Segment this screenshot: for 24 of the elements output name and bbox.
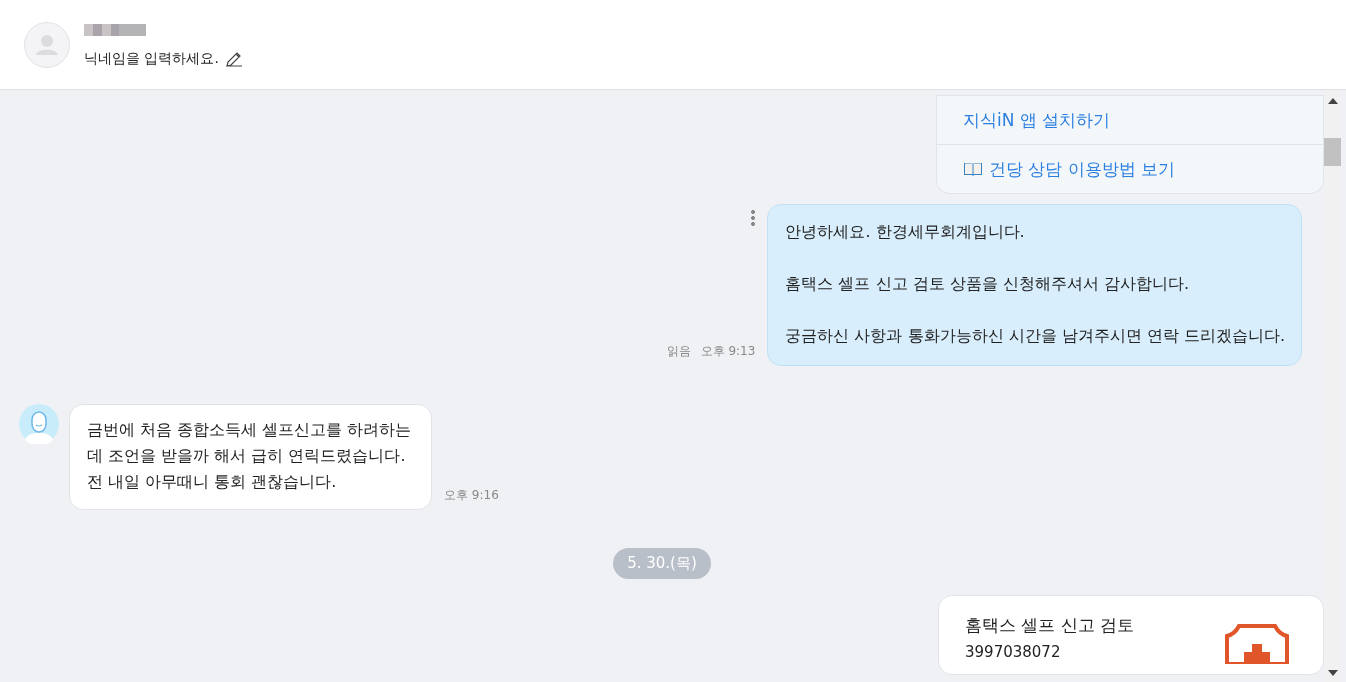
message-text: 궁금하신 사항과 통화가능하신 시간을 남겨주시면 연락 드리겠습니다.	[785, 325, 1285, 347]
scroll-thumb[interactable]	[1324, 138, 1341, 166]
message-time: 오후 9:13	[700, 343, 756, 360]
pencil-icon[interactable]	[224, 50, 243, 68]
smiling-avatar-icon	[19, 404, 59, 444]
scroll-up-icon[interactable]	[1327, 98, 1338, 104]
message-text: 홈택스 셀프 신고 검토 상품을 신청해주셔서 감사합니다.	[785, 273, 1190, 295]
guide-link[interactable]: 건당 상담 이용방법 보기	[989, 157, 1176, 181]
more-options-icon[interactable]	[751, 209, 756, 227]
message-text: 금번에 처음 종합소득세 셀프신고를 하려하는데 조언을 받을까 해서 급히 연릭드렸습니다. 전 내일 아무때니 통회 괜찮습니다.	[87, 419, 413, 493]
nickname-placeholder[interactable]: 닉네임을 입력하세요.	[84, 50, 219, 68]
product-card[interactable]: 홈택스 셀프 신고 검토 3997038072	[938, 595, 1324, 675]
user-avatar-icon	[24, 22, 70, 68]
guide-link[interactable]: 지식iN 앱 설치하기	[963, 108, 1111, 132]
read-status: 읽음	[666, 343, 691, 360]
book-icon	[963, 161, 983, 177]
scrollbar[interactable]	[1324, 90, 1341, 682]
date-divider: 5. 30.(목)	[613, 548, 711, 579]
blurred-name	[84, 24, 146, 36]
product-title: 홈택스 셀프 신고 검토	[965, 614, 1135, 637]
message-time: 오후 9:16	[444, 487, 499, 504]
scroll-down-icon[interactable]	[1327, 670, 1338, 676]
message-text: 안녕하세요. 한경세무회계입니다.	[785, 221, 1026, 243]
product-code: 3997038072	[965, 643, 1062, 661]
